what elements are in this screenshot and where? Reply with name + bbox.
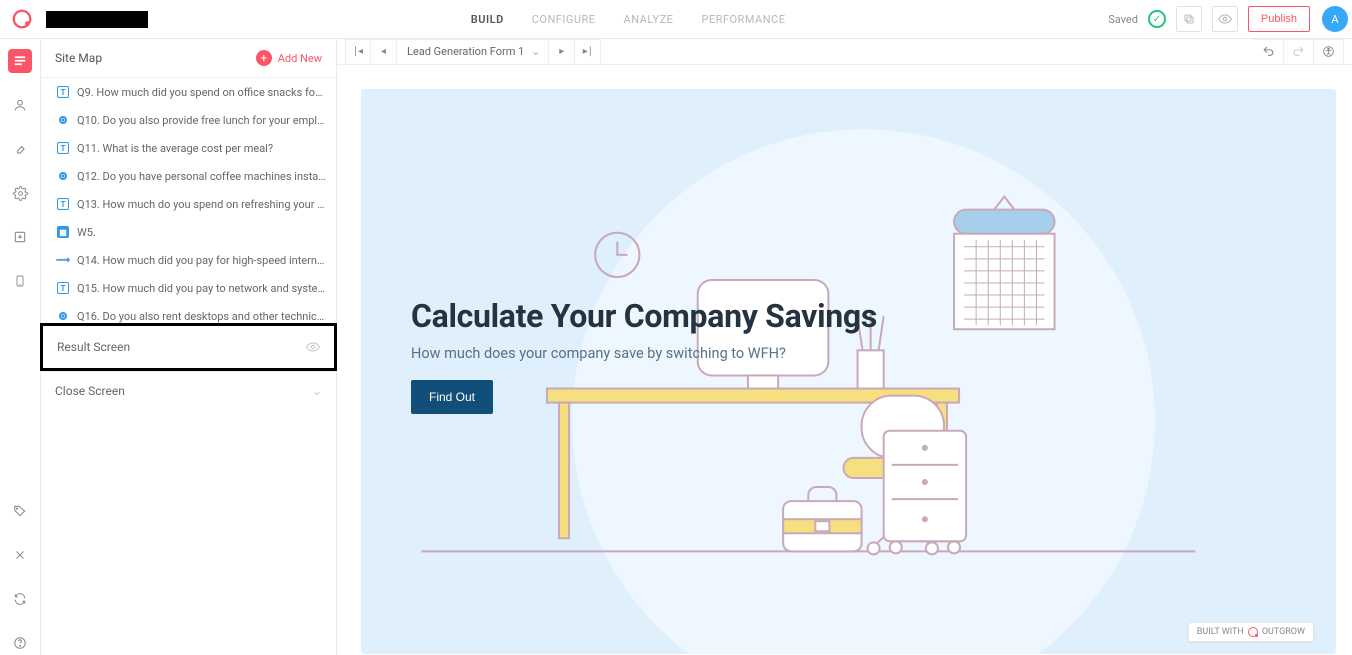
nav-analyze[interactable]: ANALYZE bbox=[624, 13, 674, 26]
publish-button[interactable]: Publish bbox=[1248, 6, 1310, 32]
rail-refresh-icon[interactable] bbox=[8, 587, 32, 611]
rail-help-icon[interactable] bbox=[8, 631, 32, 655]
canvas-toolbar: ∣◂ ◂ Lead Generation Form 1 ▸ ▸∣ bbox=[337, 39, 1352, 65]
visibility-icon[interactable] bbox=[306, 340, 320, 354]
nav-configure[interactable]: CONFIGURE bbox=[532, 13, 596, 26]
rail-tag-icon[interactable] bbox=[8, 499, 32, 523]
radio-question-icon bbox=[59, 172, 67, 180]
canvas-area: ∣◂ ◂ Lead Generation Form 1 ▸ ▸∣ bbox=[337, 39, 1352, 655]
text-question-icon: T bbox=[57, 86, 69, 98]
rail-mobile-icon[interactable] bbox=[8, 269, 32, 293]
top-nav: BUILD CONFIGURE ANALYZE PERFORMANCE bbox=[148, 13, 1108, 26]
result-screen-section[interactable]: Result Screen bbox=[40, 323, 337, 371]
accessibility-button[interactable] bbox=[1314, 39, 1344, 65]
project-name-redacted: Snowflake Demo bbox=[46, 11, 148, 28]
chevron-down-icon: ⌄ bbox=[312, 384, 322, 398]
sidebar-item-label: Q13. How much do you spend on refreshing… bbox=[77, 198, 326, 211]
sidebar-item[interactable]: T Q11. What is the average cost per meal? bbox=[41, 134, 336, 162]
redo-button[interactable] bbox=[1284, 39, 1314, 65]
page-selector[interactable]: Lead Generation Form 1 bbox=[397, 39, 549, 65]
sidebar-item[interactable]: ⟿ Q14. How much did you pay for high-spee… bbox=[41, 246, 336, 274]
badge-brand: OUTGROW bbox=[1262, 627, 1305, 637]
sidebar-item-label: W5. bbox=[77, 226, 326, 239]
topbar-right: Saved ✓ Publish A bbox=[1108, 6, 1342, 32]
rail-builder-icon[interactable] bbox=[8, 49, 32, 73]
sidebar-item[interactable]: Q12. Do you have personal coffee machine… bbox=[41, 162, 336, 190]
add-new-label: Add New bbox=[278, 52, 322, 65]
rail-tools-icon[interactable] bbox=[8, 543, 32, 567]
canvas-stage: Calculate Your Company Savings How much … bbox=[337, 65, 1352, 655]
plus-icon: + bbox=[256, 50, 272, 66]
copy-button[interactable] bbox=[1176, 6, 1202, 32]
close-screen-section[interactable]: Close Screen ⌄ bbox=[41, 371, 336, 411]
saved-check-icon: ✓ bbox=[1148, 10, 1166, 28]
sidebar-item-label: Q11. What is the average cost per meal? bbox=[77, 142, 326, 155]
rail-user-icon[interactable] bbox=[8, 93, 32, 117]
sidebar-item[interactable]: ▦ W5. bbox=[41, 218, 336, 246]
rail-settings-icon[interactable] bbox=[8, 181, 32, 205]
prev-page-button[interactable]: ◂ bbox=[371, 39, 397, 65]
built-with-badge[interactable]: BUILT WITH OUTGROW bbox=[1188, 622, 1314, 642]
nav-build[interactable]: BUILD bbox=[471, 13, 504, 26]
text-question-icon: T bbox=[57, 282, 69, 294]
sidebar-header: Site Map + Add New bbox=[41, 39, 336, 78]
next-page-button[interactable]: ▸ bbox=[549, 39, 575, 65]
user-avatar[interactable]: A bbox=[1322, 6, 1348, 32]
topbar: Snowflake Demo BUILD CONFIGURE ANALYZE P… bbox=[0, 0, 1352, 39]
sidebar-item[interactable]: Q16. Do you also rent desktops and other… bbox=[41, 302, 336, 323]
sidebar-item-label: Q15. How much did you pay to network and… bbox=[77, 282, 326, 295]
sidebar-item[interactable]: T Q9. How much did you spend on office sn… bbox=[41, 78, 336, 106]
radio-question-icon bbox=[59, 312, 67, 320]
sidebar-item[interactable]: T Q13. How much do you spend on refreshin… bbox=[41, 190, 336, 218]
cta-button[interactable]: Find Out bbox=[411, 380, 493, 414]
preview-button[interactable] bbox=[1212, 6, 1238, 32]
sidebar-item-label: Q14. How much did you pay for high-speed… bbox=[77, 254, 326, 267]
sidebar-title: Site Map bbox=[55, 51, 102, 65]
text-question-icon: T bbox=[57, 142, 69, 154]
text-question-icon: T bbox=[57, 198, 69, 210]
welcome-screen-icon: ▦ bbox=[57, 226, 69, 238]
hero-title[interactable]: Calculate Your Company Savings bbox=[411, 297, 877, 335]
welcome-screen-preview[interactable]: Calculate Your Company Savings How much … bbox=[361, 89, 1336, 654]
sidebar-item[interactable]: T Q15. How much did you pay to network an… bbox=[41, 274, 336, 302]
sidebar-item[interactable]: Q10. Do you also provide free lunch for … bbox=[41, 106, 336, 134]
nav-performance[interactable]: PERFORMANCE bbox=[701, 13, 785, 26]
radio-question-icon bbox=[59, 116, 67, 124]
sidebar-list[interactable]: T Q9. How much did you spend on office sn… bbox=[41, 78, 336, 323]
rail-paint-icon[interactable] bbox=[8, 137, 32, 161]
outgrow-logo-icon bbox=[10, 7, 34, 31]
sidebar-item-label: Q16. Do you also rent desktops and other… bbox=[77, 310, 326, 323]
saved-label: Saved bbox=[1108, 13, 1138, 26]
close-screen-label: Close Screen bbox=[55, 384, 125, 398]
page-selector-label: Lead Generation Form 1 bbox=[407, 45, 524, 58]
badge-text: BUILT WITH bbox=[1197, 627, 1244, 637]
sidebar-item-label: Q10. Do you also provide free lunch for … bbox=[77, 114, 326, 127]
add-new-button[interactable]: + Add New bbox=[256, 50, 322, 66]
outgrow-badge-icon bbox=[1248, 627, 1258, 637]
sidebar-item-label: Q12. Do you have personal coffee machine… bbox=[77, 170, 326, 183]
sidebar: Site Map + Add New T Q9. How much did you… bbox=[41, 39, 337, 655]
undo-button[interactable] bbox=[1254, 39, 1284, 65]
result-screen-label: Result Screen bbox=[57, 340, 130, 354]
last-page-button[interactable]: ▸∣ bbox=[575, 39, 601, 65]
hero-subtitle[interactable]: How much does your company save by switc… bbox=[411, 345, 877, 362]
sidebar-item-label: Q9. How much did you spend on office sna… bbox=[77, 86, 326, 99]
hero-content: Calculate Your Company Savings How much … bbox=[411, 297, 877, 414]
left-rail bbox=[0, 39, 41, 655]
first-page-button[interactable]: ∣◂ bbox=[345, 39, 371, 65]
rail-download-icon[interactable] bbox=[8, 225, 32, 249]
slider-question-icon: ⟿ bbox=[57, 254, 69, 266]
